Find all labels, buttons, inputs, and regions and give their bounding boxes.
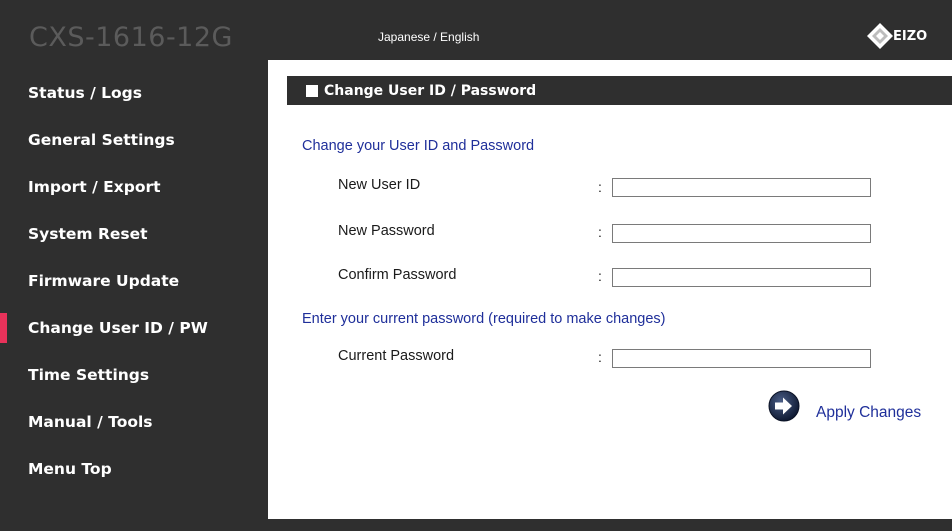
sidebar-item-firmware-update[interactable]: Firmware Update [0,264,268,298]
main-content: Change User ID / Password Change your Us… [268,60,952,519]
top-bar: CXS-1616-12G Japanese / English EIZO [0,0,952,60]
page-title: Change User ID / Password [324,82,537,99]
colon-separator: : [598,268,602,284]
apply-changes-button[interactable]: Apply Changes [768,390,921,422]
confirm-password-input[interactable] [612,268,871,287]
logo-text: EIZO [893,28,928,44]
new-password-label: New Password [338,223,435,239]
sidebar-item-time-settings[interactable]: Time Settings [0,358,268,392]
language-toggle-link[interactable]: Japanese / English [378,30,479,44]
sidebar-item-manual-tools[interactable]: Manual / Tools [0,405,268,439]
colon-separator: : [598,349,602,365]
current-password-heading: Enter your current password (required to… [302,311,666,327]
change-credentials-heading: Change your User ID and Password [302,138,535,154]
arrow-right-circle-icon[interactable] [768,390,800,422]
colon-separator: : [598,224,602,240]
colon-separator: : [598,179,602,195]
sidebar-item-change-user-id-pw[interactable]: Change User ID / PW [0,311,268,345]
new-user-id-input[interactable] [612,178,871,197]
current-password-label: Current Password [338,348,455,364]
confirm-password-label: Confirm Password [338,267,457,283]
sidebar-item-status-logs[interactable]: Status / Logs [0,76,268,110]
model-title: CXS-1616-12G [29,22,233,53]
footer-bar [268,519,952,531]
sidebar-item-system-reset[interactable]: System Reset [0,217,268,251]
current-password-input[interactable] [612,349,871,368]
sidebar-item-menu-top[interactable]: Menu Top [0,452,268,486]
new-password-input[interactable] [612,224,871,243]
sidebar-nav: Status / Logs General Settings Import / … [0,60,268,531]
square-bullet-icon [306,84,318,97]
eizo-logo: EIZO [866,22,927,50]
page-title-bar: Change User ID / Password [287,76,952,105]
new-user-id-label: New User ID [338,177,421,193]
apply-changes-label[interactable]: Apply Changes [816,404,921,422]
sidebar-item-general-settings[interactable]: General Settings [0,123,268,157]
eizo-diamond-icon [867,23,893,49]
sidebar-item-import-export[interactable]: Import / Export [0,170,268,204]
